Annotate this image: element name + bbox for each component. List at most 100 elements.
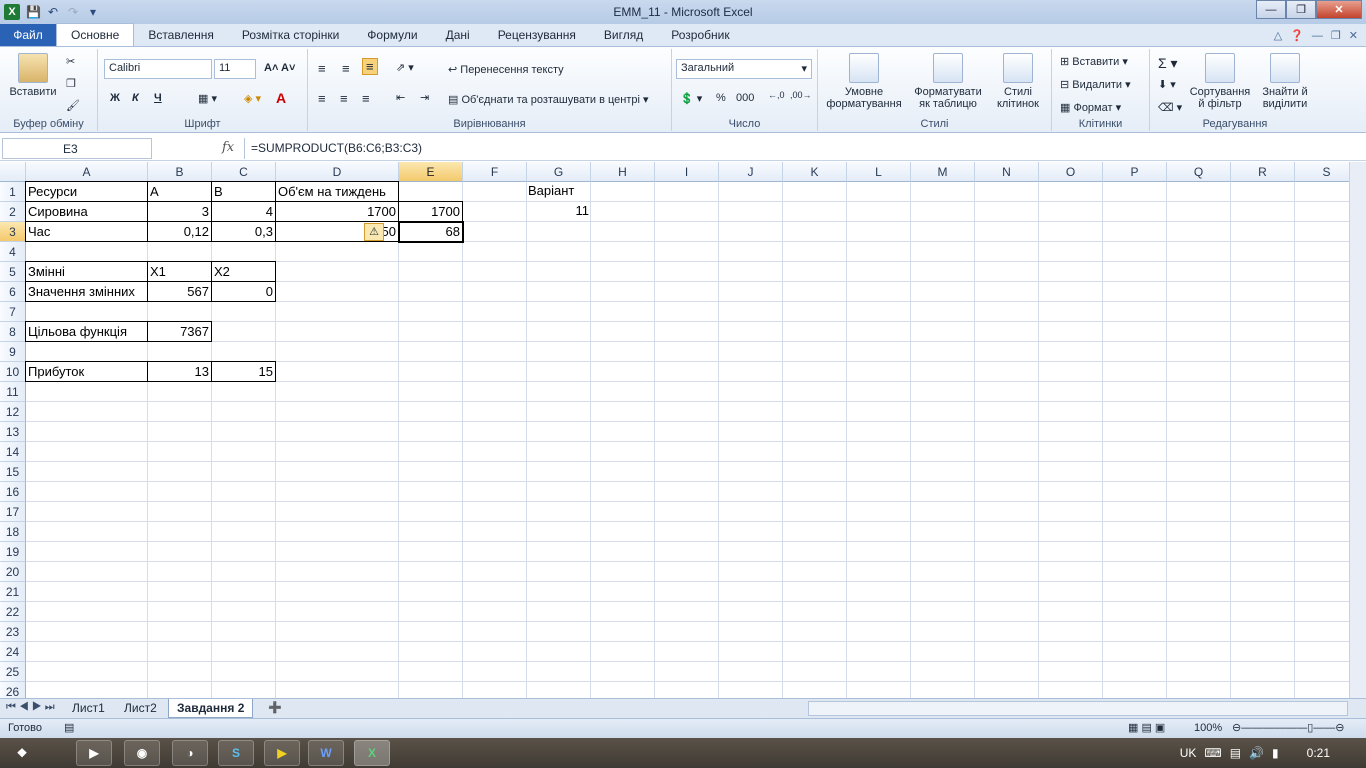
tab-data[interactable]: Дані xyxy=(432,25,484,46)
cell-b8[interactable]: 7367 xyxy=(147,321,212,342)
font-name-combo[interactable]: Calibri xyxy=(104,59,212,79)
decrease-decimal-icon[interactable]: ,00→ xyxy=(790,90,812,100)
sheet-tab-1[interactable]: Лист1 xyxy=(64,699,113,718)
cell-b6[interactable]: 567 xyxy=(147,281,212,302)
column-header-q[interactable]: Q xyxy=(1167,162,1231,182)
cell-a3[interactable]: Час xyxy=(25,221,148,242)
delete-cells-button[interactable]: ⊟ Видалити ▾ xyxy=(1060,78,1131,91)
help-icon[interactable]: ❓ xyxy=(1290,29,1304,42)
column-header-f[interactable]: F xyxy=(463,162,527,182)
fill-icon[interactable]: ⬇ ▾ xyxy=(1158,78,1176,91)
volume-icon[interactable]: 🔊 xyxy=(1249,746,1264,760)
formula-input[interactable]: =SUMPRODUCT(B6:C6;B3:C3) xyxy=(244,138,1348,159)
row-header-7[interactable]: 7 xyxy=(0,302,26,322)
row-header-5[interactable]: 5 xyxy=(0,262,26,282)
customize-qat-icon[interactable]: ▾ xyxy=(86,5,100,19)
row-header-24[interactable]: 24 xyxy=(0,642,26,662)
bold-button[interactable]: Ж xyxy=(110,92,120,104)
increase-indent-icon[interactable]: ⇥ xyxy=(420,91,429,104)
borders-icon[interactable]: ▦ ▾ xyxy=(198,92,217,105)
format-as-table-button[interactable]: Форматувати як таблицю xyxy=(908,53,988,110)
maximize-button[interactable]: ❐ xyxy=(1286,0,1316,19)
cell-a6[interactable]: Значення змінних xyxy=(25,281,148,302)
percent-button[interactable]: % xyxy=(716,92,726,104)
cell-c2[interactable]: 4 xyxy=(211,201,276,222)
row-header-13[interactable]: 13 xyxy=(0,422,26,442)
cell-b3[interactable]: 0,12 xyxy=(147,221,212,242)
row-header-11[interactable]: 11 xyxy=(0,382,26,402)
orientation-icon[interactable]: ⇗ ▾ xyxy=(396,61,414,74)
row-header-12[interactable]: 12 xyxy=(0,402,26,422)
cell-a8[interactable]: Цільова функція xyxy=(25,321,148,342)
row-header-17[interactable]: 17 xyxy=(0,502,26,522)
sort-filter-button[interactable]: Сортування й фільтр xyxy=(1186,53,1254,110)
italic-button[interactable]: К xyxy=(132,92,139,104)
row-header-23[interactable]: 23 xyxy=(0,622,26,642)
column-header-j[interactable]: J xyxy=(719,162,783,182)
column-header-n[interactable]: N xyxy=(975,162,1039,182)
sheet-tab-2[interactable]: Лист2 xyxy=(116,699,165,718)
decrease-indent-icon[interactable]: ⇤ xyxy=(396,91,405,104)
cell-d1[interactable]: Об'єм на тиждень xyxy=(275,181,399,202)
insert-cells-button[interactable]: ⊞ Вставити ▾ xyxy=(1060,55,1128,68)
view-normal-icon[interactable]: ▦ ▤ ▣ xyxy=(1128,721,1165,734)
row-header-18[interactable]: 18 xyxy=(0,522,26,542)
row-header-4[interactable]: 4 xyxy=(0,242,26,262)
cell-c6[interactable]: 0 xyxy=(211,281,276,302)
cell-b5[interactable]: X1 xyxy=(147,261,212,282)
find-select-button[interactable]: Знайти й виділити xyxy=(1254,53,1316,110)
row-header-16[interactable]: 16 xyxy=(0,482,26,502)
cut-icon[interactable]: ✂ xyxy=(66,55,75,68)
row-header-1[interactable]: 1 xyxy=(0,182,26,202)
thousands-button[interactable]: 000 xyxy=(736,92,754,104)
clear-icon[interactable]: ⌫ ▾ xyxy=(1158,101,1182,114)
insert-function-icon[interactable]: fx xyxy=(222,140,234,155)
sheet-tab-3[interactable]: Завдання 2 xyxy=(168,699,254,718)
keyboard-icon[interactable]: ⌨ xyxy=(1204,746,1221,760)
column-header-a[interactable]: A xyxy=(26,162,148,182)
column-header-p[interactable]: P xyxy=(1103,162,1167,182)
cell-a5[interactable]: Змінні xyxy=(25,261,148,282)
cell-d2[interactable]: 1700 xyxy=(275,201,399,222)
word-icon[interactable]: W xyxy=(308,740,344,766)
minimize-button[interactable]: — xyxy=(1256,0,1286,19)
format-cells-button[interactable]: ▦ Формат ▾ xyxy=(1060,101,1121,114)
number-format-combo[interactable]: Загальний ▾ xyxy=(676,59,812,79)
minimize-ribbon-icon[interactable]: △ xyxy=(1274,29,1282,42)
browser-icon[interactable]: ◑ xyxy=(172,740,208,766)
row-header-22[interactable]: 22 xyxy=(0,602,26,622)
sheet-nav-icon[interactable]: ⏮ ◀ ▶ ⏭ xyxy=(6,701,55,714)
network-icon[interactable]: ▤ xyxy=(1230,746,1241,760)
copy-icon[interactable]: ❐ xyxy=(66,77,76,90)
row-header-20[interactable]: 20 xyxy=(0,562,26,582)
cell-styles-button[interactable]: Стилі клітинок xyxy=(990,53,1046,110)
column-header-k[interactable]: K xyxy=(783,162,847,182)
cell-g2[interactable]: 11 xyxy=(526,201,591,222)
align-bottom-icon[interactable]: ≡ xyxy=(362,58,378,75)
presentation-icon[interactable]: ▶ xyxy=(264,740,300,766)
tab-page-layout[interactable]: Розмітка сторінки xyxy=(228,25,353,46)
column-header-o[interactable]: O xyxy=(1039,162,1103,182)
doc-minimize-icon[interactable]: — xyxy=(1312,30,1323,42)
doc-close-icon[interactable]: ✕ xyxy=(1349,29,1358,42)
save-icon[interactable]: 💾 xyxy=(26,5,41,19)
tab-review[interactable]: Рецензування xyxy=(484,25,590,46)
select-all-corner[interactable] xyxy=(0,162,26,182)
excel-taskbar-icon[interactable]: X xyxy=(354,740,390,766)
column-header-l[interactable]: L xyxy=(847,162,911,182)
row-header-14[interactable]: 14 xyxy=(0,442,26,462)
row-header-8[interactable]: 8 xyxy=(0,322,26,342)
tab-formulas[interactable]: Формули xyxy=(353,25,431,46)
cell-a10[interactable]: Прибуток xyxy=(25,361,148,382)
macro-record-icon[interactable]: ▤ xyxy=(64,721,74,734)
autosum-icon[interactable]: Σ ▾ xyxy=(1158,55,1178,72)
new-sheet-icon[interactable]: ➕ xyxy=(268,701,282,714)
cell-c1[interactable]: B xyxy=(211,181,276,202)
column-header-b[interactable]: B xyxy=(148,162,212,182)
row-header-21[interactable]: 21 xyxy=(0,582,26,602)
cell-b1[interactable]: A xyxy=(147,181,212,202)
cell-e2[interactable]: 1700 xyxy=(398,201,463,222)
row-header-25[interactable]: 25 xyxy=(0,662,26,682)
font-color-icon[interactable]: A xyxy=(276,90,286,106)
worksheet-grid[interactable]: A B C D E F G H I J K L M N O P Q R S 1 2 3 4 5 6 7 8 9 10 11 12 13 14 15… xyxy=(0,162,1366,700)
